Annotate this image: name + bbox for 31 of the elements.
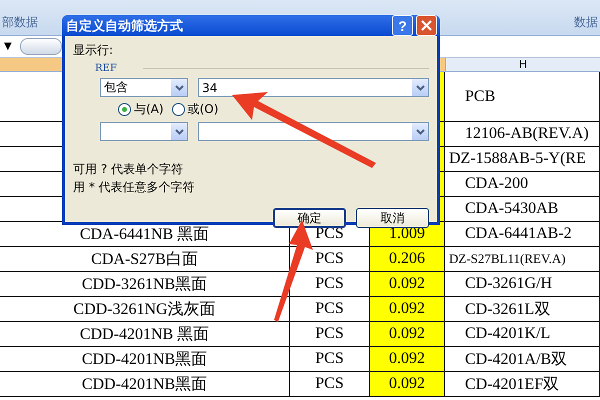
table-cell: 0.092 <box>370 347 445 371</box>
name-box-arrow[interactable]: ▼ <box>4 41 12 52</box>
operator-dropdown[interactable] <box>100 122 188 141</box>
table-cell: 0.206 <box>370 247 445 271</box>
scroll-button[interactable] <box>20 38 62 55</box>
chevron-down-icon <box>174 128 184 134</box>
dialog-title: 自定义自动筛选方式 <box>66 18 184 34</box>
value-dropdown[interactable] <box>198 122 429 141</box>
logic-radio[interactable]: 与(A) <box>118 101 164 118</box>
column-header[interactable]: H <box>445 58 600 71</box>
field-label: REF <box>95 63 117 74</box>
chevron-down-icon <box>416 84 424 90</box>
table-cell: 0.092 <box>370 272 445 296</box>
hint-text: 可用 ? 代表单个字符 <box>73 161 184 178</box>
chevron-down-icon <box>416 128 424 134</box>
table-cell: 0.092 <box>370 372 445 396</box>
table-cell: 0.092 <box>370 322 445 346</box>
ribbon-group-label: 数据 <box>573 14 599 31</box>
group-label: 显示行: <box>73 42 114 59</box>
ribbon-group-label: 部数据 <box>1 14 39 31</box>
logic-radio[interactable]: 或(O) <box>172 101 218 118</box>
dialog-button[interactable]: 确定 <box>273 208 346 228</box>
table-cell: 0.092 <box>370 297 445 321</box>
chevron-down-icon <box>174 84 184 90</box>
hint-text: 用 * 代表任意多个字符 <box>73 179 196 196</box>
close-button[interactable] <box>416 15 437 36</box>
value-dropdown[interactable]: 34 <box>198 78 429 97</box>
help-button[interactable]: ? <box>392 15 413 36</box>
dialog-button[interactable]: 取消 <box>356 208 429 228</box>
close-icon <box>421 20 432 31</box>
operator-dropdown[interactable]: 包含 <box>100 78 188 97</box>
